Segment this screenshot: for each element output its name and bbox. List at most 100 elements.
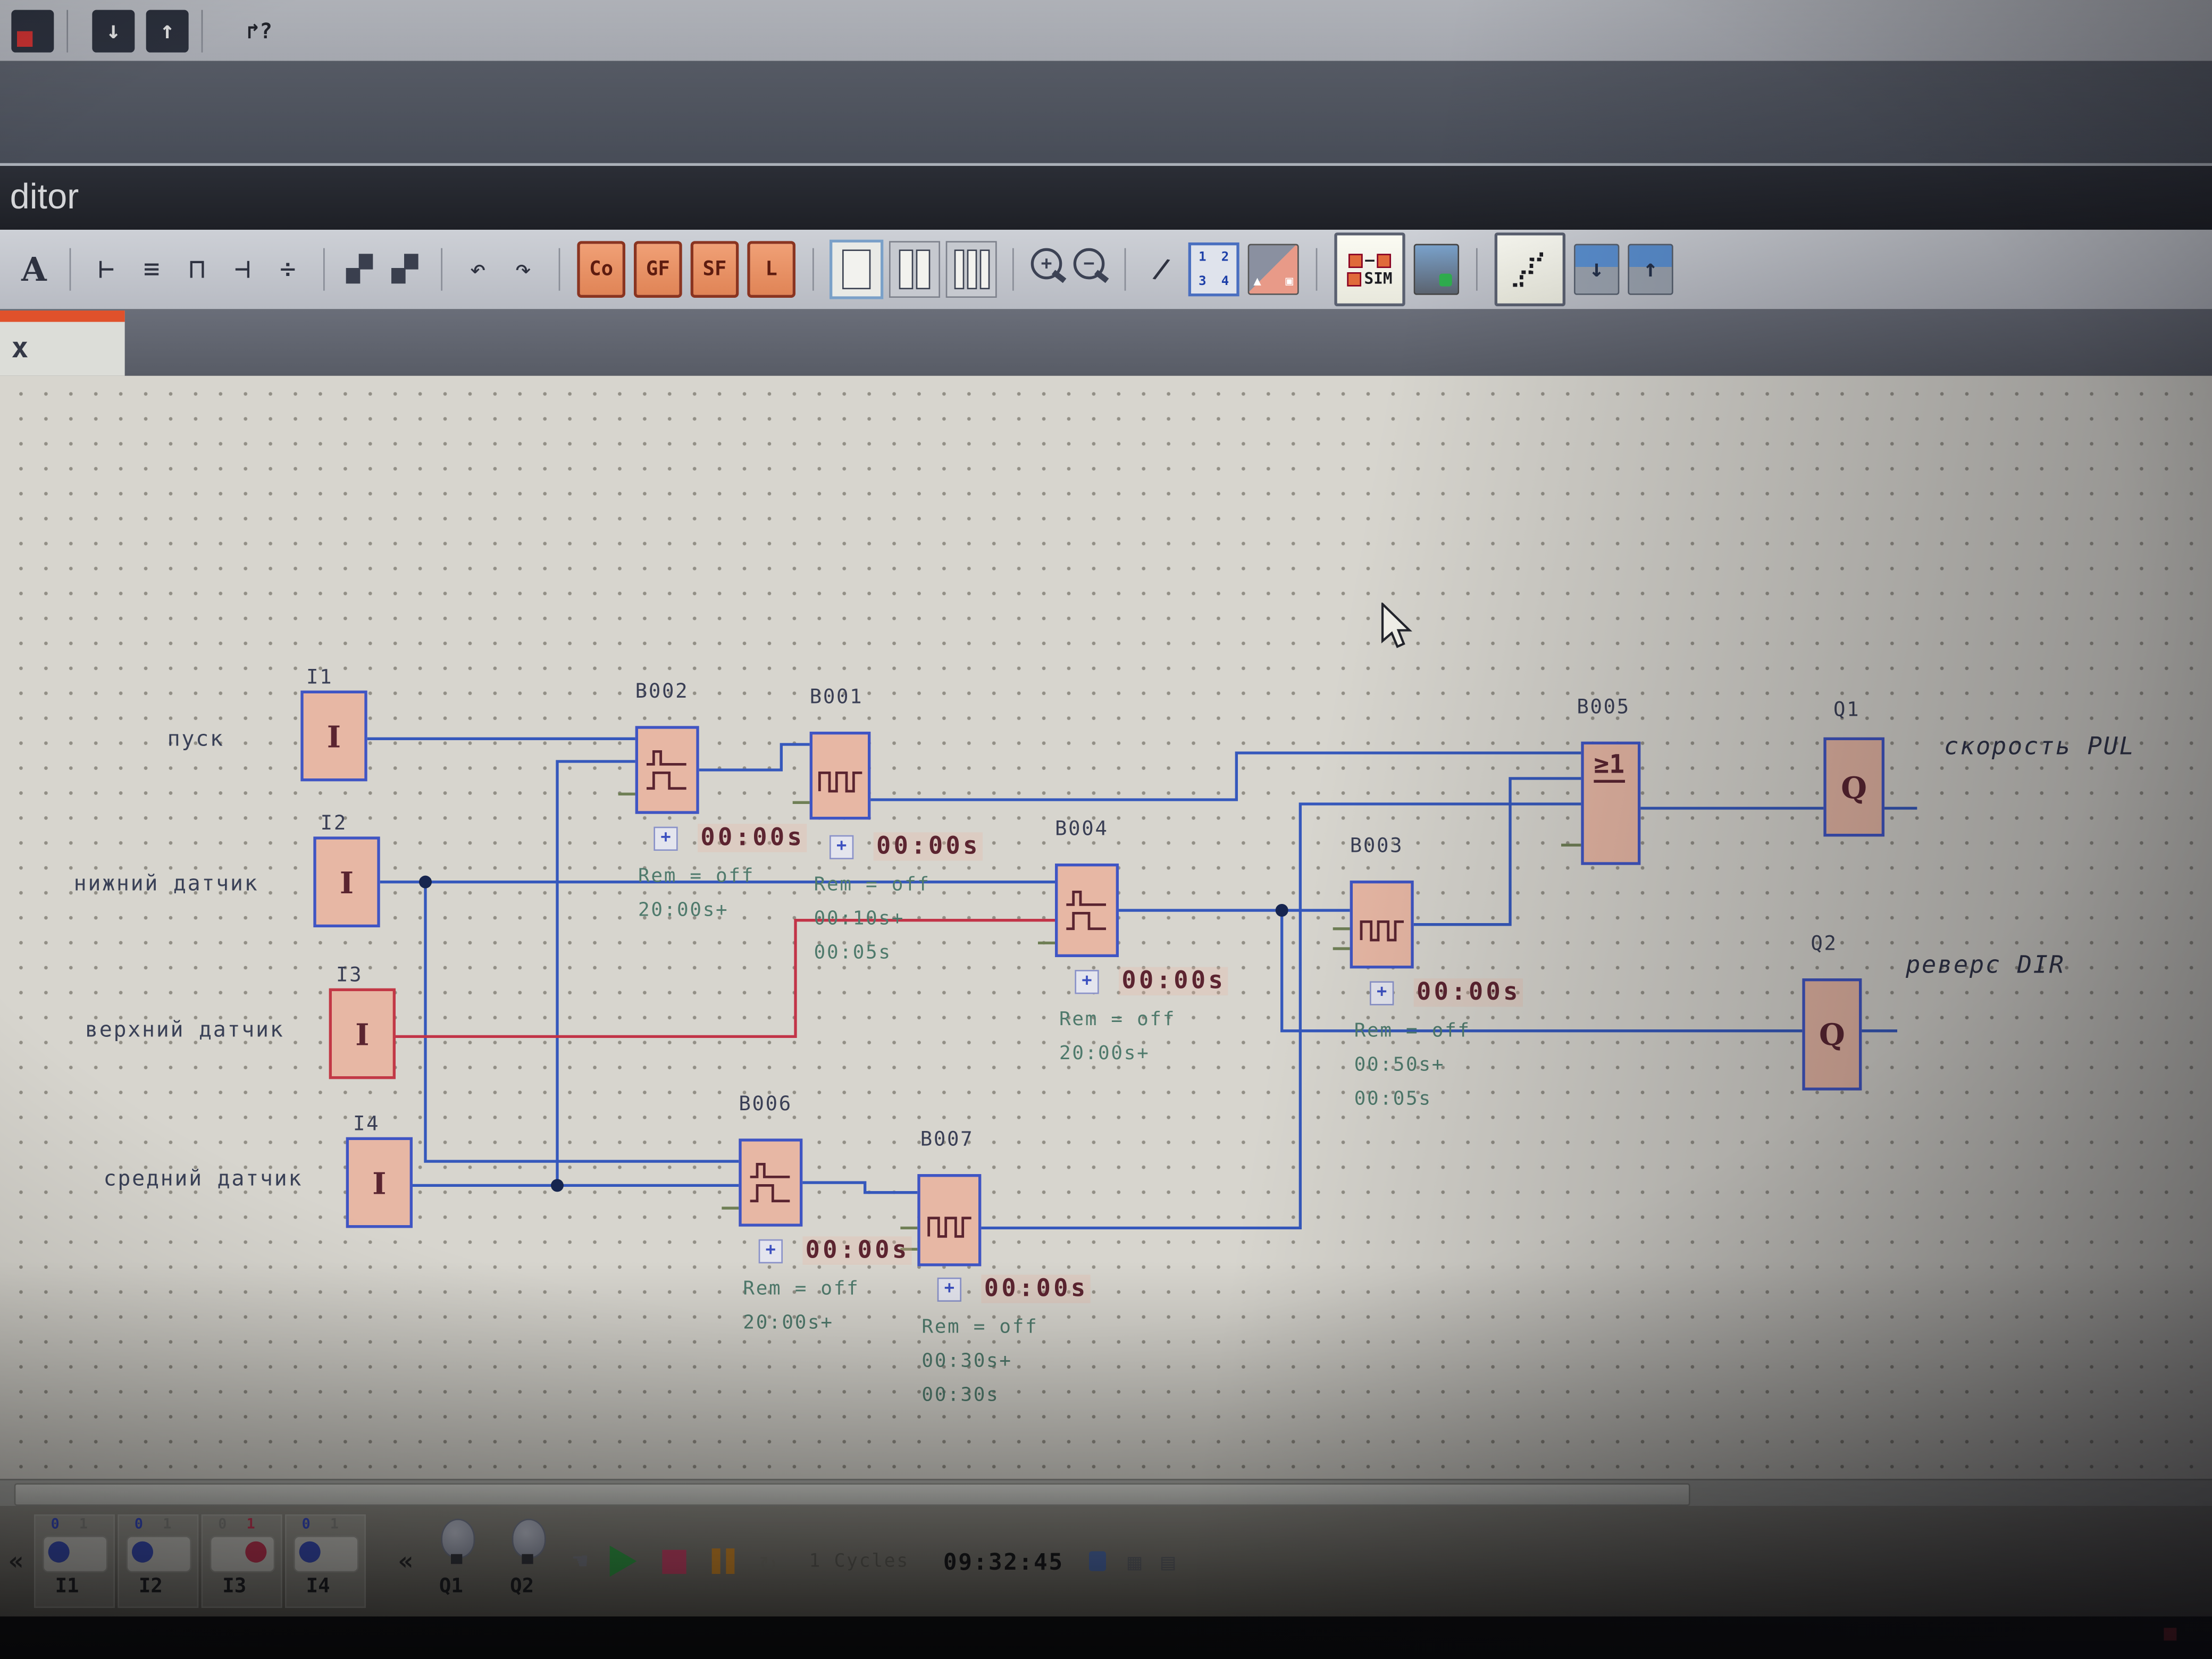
collapse-left-icon[interactable]: « [9, 1546, 24, 1576]
timer-current-value: 00:00s [1414, 978, 1523, 1007]
function-block-B001[interactable] [810, 732, 871, 819]
sim-pause-icon[interactable] [711, 1548, 734, 1574]
diagram-tab[interactable]: x [0, 311, 125, 376]
distribute-icon[interactable]: ÷ [268, 245, 308, 294]
input-block-I1[interactable]: I [300, 691, 367, 782]
align-right-icon[interactable]: ≡ [132, 245, 172, 294]
send-backward-icon[interactable] [387, 251, 424, 288]
off-delay-timer-icon [643, 744, 691, 795]
download-icon[interactable]: ↓ [92, 9, 135, 52]
sim-input-switch-I1[interactable]: 01 I1 [34, 1514, 115, 1608]
drag-tool-icon[interactable]: ☚ [573, 1546, 588, 1576]
divider [1012, 248, 1014, 291]
simulation-button[interactable]: — SIM [1334, 232, 1405, 306]
function-block-B005[interactable]: ≥1 [1581, 742, 1640, 865]
logic-L-button[interactable]: L [747, 241, 795, 298]
sim-input-switch-I2[interactable]: 01 I2 [118, 1514, 198, 1608]
function-block-B004[interactable] [1055, 864, 1119, 957]
junction-dot [551, 1179, 564, 1192]
convert-diagram-icon[interactable]: ▲▣ [1248, 244, 1299, 295]
transfer-pc-to-logo-icon[interactable]: ↓ [1574, 244, 1619, 295]
block-label: Q2 [1811, 933, 1837, 956]
transfer-logo-to-pc-icon[interactable]: ↑ [1628, 244, 1673, 295]
collapse-right-icon[interactable]: « [398, 1546, 414, 1576]
online-test-icon[interactable] [1414, 244, 1459, 295]
split-three-windows-icon[interactable] [946, 241, 997, 298]
block-numbering-icon[interactable]: 1234 [1188, 242, 1239, 296]
tab-close-label[interactable]: x [11, 330, 28, 364]
sim-output-lamp-Q2: Q2 [493, 1516, 564, 1607]
comment-i3: верхний датчик [85, 1017, 284, 1042]
param-value: 20:00s+ [1059, 1042, 1150, 1065]
special-functions-SF-button[interactable]: SF [691, 241, 739, 298]
expand-params-icon[interactable]: + [653, 827, 677, 851]
cycles-counter[interactable]: 1 Cycles [809, 1551, 909, 1572]
tree-view-icon[interactable]: ▦ [1128, 1548, 1142, 1575]
function-block-B002[interactable] [635, 726, 699, 814]
divider [66, 9, 68, 52]
split-two-windows-icon[interactable] [889, 241, 940, 298]
sim-input-switch-I3[interactable]: 01 I3 [201, 1514, 282, 1608]
junction-dot [1276, 904, 1288, 917]
param-value: 00:30s [921, 1384, 999, 1407]
wire-i4-b002 [557, 761, 635, 1185]
param-value: 00:50s+ [1354, 1053, 1445, 1076]
basic-functions-GF-button[interactable]: GF [634, 241, 682, 298]
align-left-icon[interactable]: ⊢ [87, 245, 127, 294]
expand-params-icon[interactable]: + [1370, 981, 1394, 1005]
expand-params-icon[interactable]: + [759, 1239, 783, 1263]
zoom-out-icon[interactable]: − [1069, 245, 1112, 294]
clock-tool-icon[interactable] [1090, 1551, 1107, 1571]
block-label: B004 [1055, 818, 1109, 841]
align-bottom-icon[interactable]: ⊣ [223, 245, 263, 294]
output-block-Q1[interactable]: Q [1823, 738, 1884, 837]
application-window: ↓ ↑ ↱? ditor A ⊢ ≡ ⊓ ⊣ ÷ ↶ ↷ Co GF SF L … [0, 0, 2212, 1659]
pulse-generator-icon [925, 1199, 974, 1242]
scrollbar-thumb[interactable] [14, 1483, 1690, 1506]
constants-Co-button[interactable]: Co [577, 241, 625, 298]
text-tool-icon[interactable]: A [14, 245, 54, 294]
diagram-canvas[interactable]: I1 I пуск I2 I нижний датчик I3 I верхни… [0, 376, 2212, 1479]
single-window-icon[interactable] [830, 240, 883, 299]
horizontal-scrollbar[interactable] [0, 1479, 2212, 1507]
upload-icon[interactable]: ↑ [146, 9, 189, 52]
wire-i2-b006 [425, 882, 739, 1161]
undo-icon[interactable]: ↶ [458, 245, 498, 294]
align-top-icon[interactable]: ⊓ [177, 245, 217, 294]
divider [441, 248, 442, 291]
pen-tool-icon[interactable]: ∕ [1137, 242, 1186, 297]
expand-params-icon[interactable]: + [830, 835, 853, 859]
zoom-in-icon[interactable]: + [1027, 245, 1069, 294]
param-value: 00:30s+ [921, 1350, 1012, 1373]
expand-params-icon[interactable]: + [1075, 970, 1099, 994]
off-delay-timer-icon [1063, 885, 1111, 936]
sim-step-icon[interactable]: ↻ [759, 1544, 776, 1578]
off-delay-timer-icon [747, 1157, 795, 1208]
split-connection-button[interactable] [1495, 232, 1565, 306]
sim-start-icon[interactable] [609, 1546, 636, 1577]
function-block-B006[interactable] [739, 1138, 802, 1226]
input-block-I3[interactable]: I [329, 988, 396, 1079]
sim-input-switch-I4[interactable]: 01 I4 [285, 1514, 366, 1608]
comment-q1: скорость PUL [1944, 733, 2135, 761]
block-label: I3 [336, 964, 363, 987]
sim-stop-icon[interactable] [661, 1549, 685, 1573]
input-block-I2[interactable]: I [313, 836, 380, 927]
block-label: B005 [1577, 696, 1630, 719]
or-gate-symbol: ≥1 [1594, 753, 1624, 783]
output-block-Q2[interactable]: Q [1802, 978, 1862, 1091]
timer-current-value: 00:00s [698, 824, 807, 852]
block-label: I4 [353, 1113, 380, 1136]
divider [70, 248, 71, 291]
input-block-I4[interactable]: I [346, 1137, 413, 1228]
function-block-B007[interactable] [917, 1174, 981, 1266]
function-block-B003[interactable] [1350, 881, 1414, 968]
table-view-icon[interactable]: ▤ [1161, 1548, 1175, 1575]
bring-forward-icon[interactable] [342, 251, 379, 288]
junction-dot [419, 876, 432, 889]
timer-current-value: 00:00s [802, 1236, 912, 1264]
expand-params-icon[interactable]: + [937, 1278, 961, 1302]
stop-tool-icon[interactable] [11, 9, 54, 52]
redo-icon[interactable]: ↷ [504, 245, 543, 294]
context-help-icon[interactable]: ↱? [227, 9, 292, 52]
